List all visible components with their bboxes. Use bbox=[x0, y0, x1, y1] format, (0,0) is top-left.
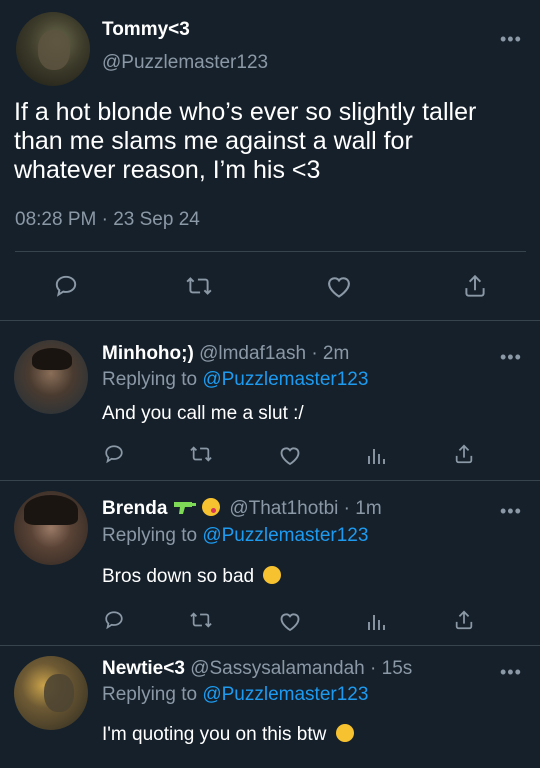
reply-author-handle[interactable]: @Sassysalamandah bbox=[190, 658, 365, 679]
replying-to: Replying to @Puzzlemaster123 bbox=[102, 684, 368, 706]
reply-header: Minhoho;) @lmdaf1ash · 2m bbox=[102, 343, 349, 365]
reply-header: Newtie<3 @Sassysalamandah · 15s bbox=[102, 658, 412, 680]
drooling-face-icon bbox=[263, 566, 282, 584]
retweet-icon[interactable] bbox=[189, 443, 213, 465]
divider bbox=[0, 320, 540, 321]
reply-time[interactable]: · 15s bbox=[370, 658, 412, 679]
like-icon[interactable] bbox=[325, 273, 353, 299]
replying-to-handle[interactable]: @Puzzlemaster123 bbox=[202, 369, 368, 390]
avatar[interactable] bbox=[14, 491, 88, 565]
reply-time[interactable]: · 2m bbox=[311, 343, 349, 364]
reply-text-row: I'm quoting you on this btw bbox=[102, 724, 354, 746]
reply-text: I'm quoting you on this btw bbox=[102, 724, 327, 745]
reply-author-handle[interactable]: @lmdaf1ash bbox=[199, 343, 306, 364]
tweet-text-line: than me slams me against a wall for bbox=[14, 127, 413, 155]
replying-prefix: Replying to bbox=[102, 525, 198, 546]
reply-time[interactable]: · 1m bbox=[344, 498, 382, 519]
avatar[interactable] bbox=[14, 656, 88, 730]
replying-to: Replying to @Puzzlemaster123 bbox=[102, 525, 368, 547]
views-icon[interactable] bbox=[366, 444, 386, 466]
author-name[interactable]: Tommy<3 bbox=[102, 19, 190, 41]
more-icon[interactable]: ••• bbox=[500, 502, 522, 520]
reply-header: Brenda @That1hotbi · 1m bbox=[102, 498, 382, 520]
retweet-icon[interactable] bbox=[189, 609, 213, 631]
tweet-text-line: whatever reason, I’m his <3 bbox=[14, 156, 321, 184]
share-icon[interactable] bbox=[453, 608, 475, 632]
reply-icon[interactable] bbox=[103, 609, 125, 631]
replying-to: Replying to @Puzzlemaster123 bbox=[102, 369, 368, 391]
share-icon[interactable] bbox=[462, 272, 488, 300]
retweet-icon[interactable] bbox=[185, 273, 213, 299]
timestamp[interactable]: 08:28 PM · 23 Sep 24 bbox=[15, 209, 200, 231]
water-pistol-icon bbox=[173, 499, 197, 515]
reply-icon[interactable] bbox=[103, 443, 125, 465]
replying-prefix: Replying to bbox=[102, 684, 198, 705]
tweet-text-line: If a hot blonde who’s ever so slightly t… bbox=[14, 98, 477, 126]
like-icon[interactable] bbox=[278, 444, 302, 466]
reply-author-name[interactable]: Brenda bbox=[102, 498, 167, 519]
more-icon[interactable]: ••• bbox=[500, 30, 522, 48]
replying-to-handle[interactable]: @Puzzlemaster123 bbox=[202, 525, 368, 546]
author-handle[interactable]: @Puzzlemaster123 bbox=[102, 52, 268, 74]
reply-icon[interactable] bbox=[53, 273, 79, 299]
reply-text-row: Bros down so bad bbox=[102, 566, 282, 588]
replying-to-handle[interactable]: @Puzzlemaster123 bbox=[202, 684, 368, 705]
winking-face-icon bbox=[335, 724, 354, 742]
tweet-text: If a hot blonde who’s ever so slightly t… bbox=[14, 98, 534, 185]
reply-text: And you call me a slut :/ bbox=[102, 403, 304, 424]
replying-prefix: Replying to bbox=[102, 369, 198, 390]
reply-author-name[interactable]: Newtie<3 bbox=[102, 658, 185, 679]
more-icon[interactable]: ••• bbox=[500, 663, 522, 681]
like-icon[interactable] bbox=[278, 610, 302, 632]
divider bbox=[0, 480, 540, 481]
reply-author-handle[interactable]: @That1hotbi bbox=[229, 498, 338, 519]
divider bbox=[0, 645, 540, 646]
avatar[interactable] bbox=[16, 12, 90, 86]
kissing-face-icon bbox=[202, 498, 221, 516]
share-icon[interactable] bbox=[453, 442, 475, 466]
avatar[interactable] bbox=[14, 340, 88, 414]
more-icon[interactable]: ••• bbox=[500, 348, 522, 366]
reply-text: Bros down so bad bbox=[102, 566, 255, 587]
divider bbox=[15, 251, 526, 252]
views-icon[interactable] bbox=[366, 610, 386, 632]
reply-author-name[interactable]: Minhoho;) bbox=[102, 343, 194, 364]
